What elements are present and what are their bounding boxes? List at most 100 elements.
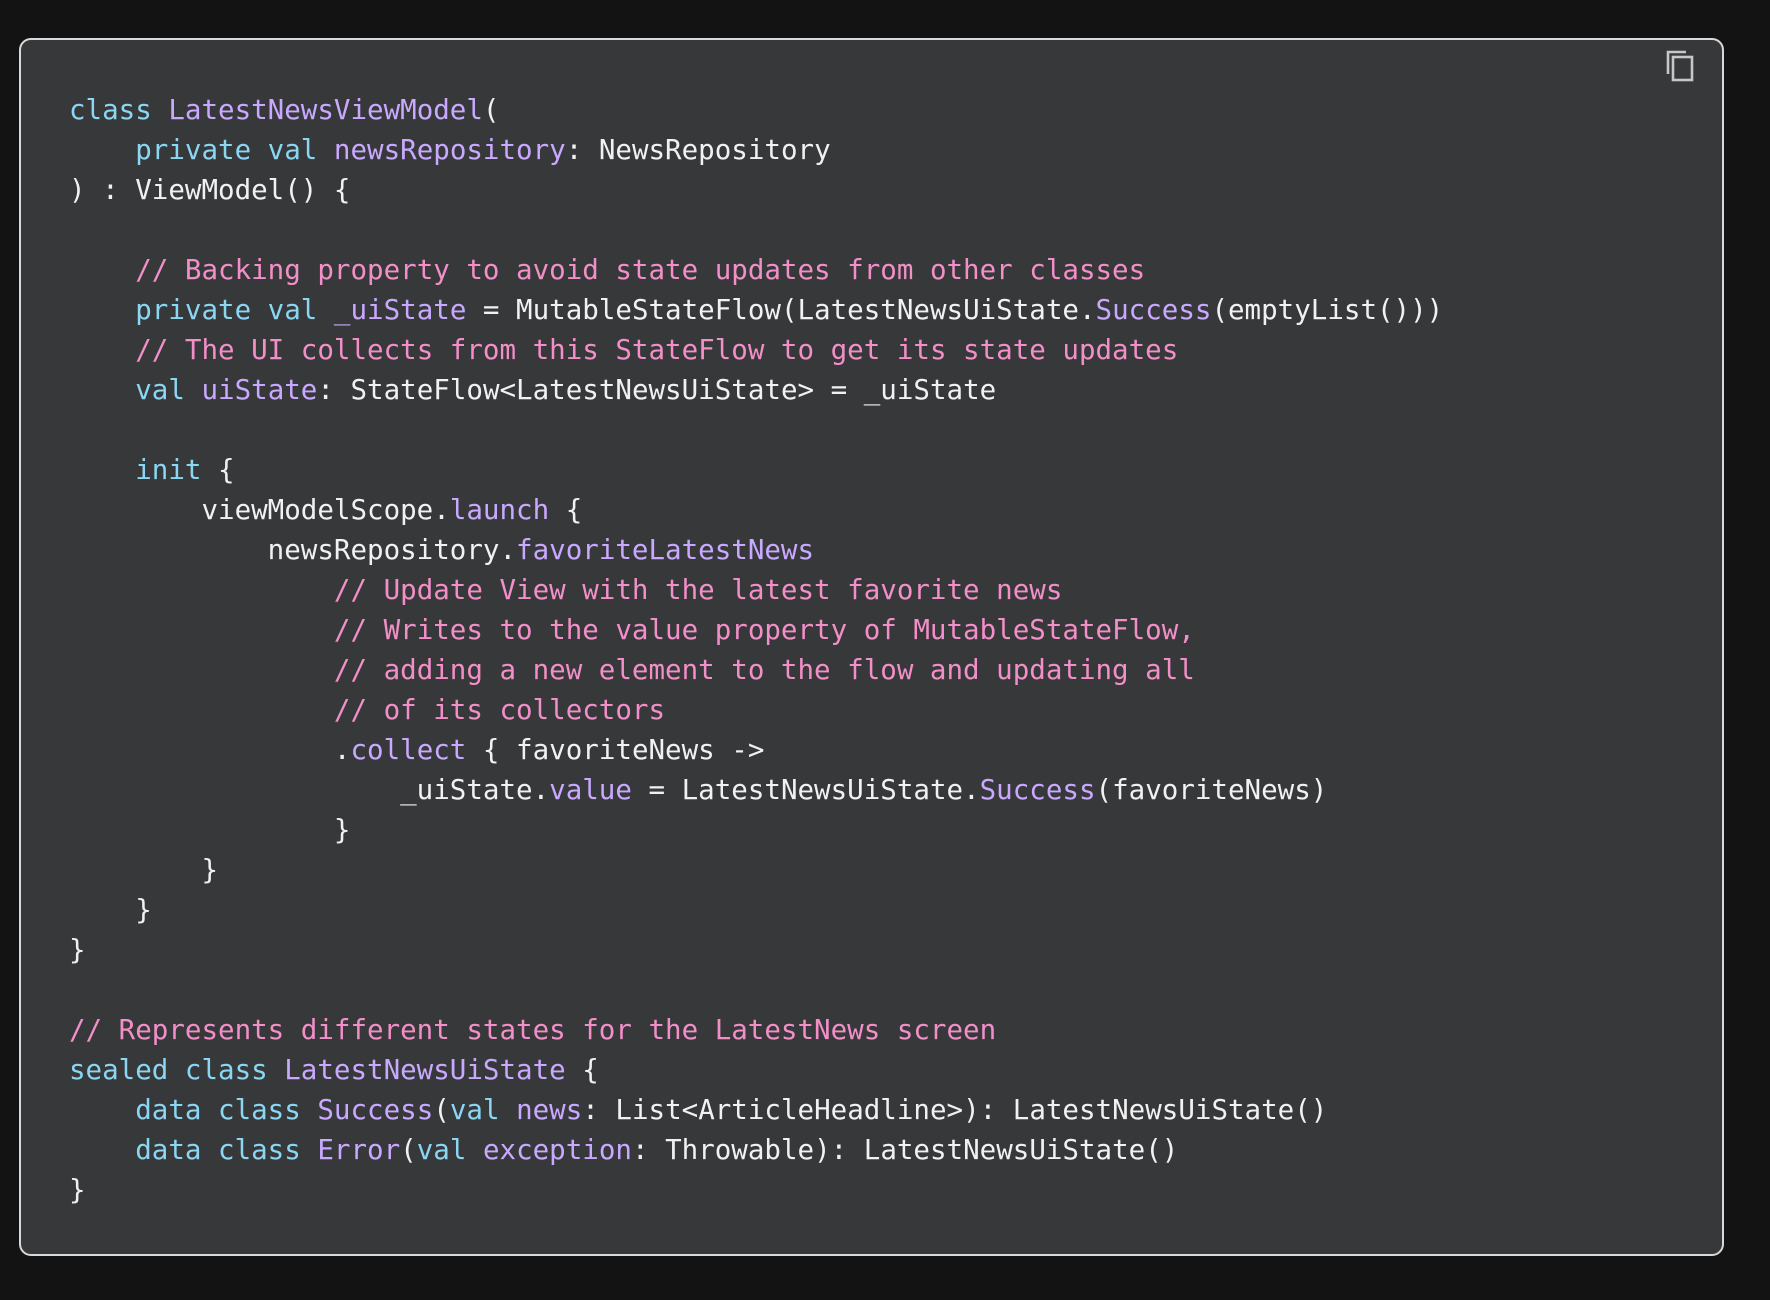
code-property: news — [516, 1094, 583, 1126]
code-block: class LatestNewsViewModel( private val n… — [19, 38, 1724, 1256]
code-property: exception — [482, 1134, 632, 1166]
code-line: } — [69, 930, 1443, 970]
code-line: _uiState.value = LatestNewsUiState.Succe… — [69, 770, 1443, 810]
copy-icon — [1666, 50, 1694, 82]
code-text: : NewsRepository — [565, 134, 831, 166]
code-text: } — [69, 854, 219, 886]
code-comment: // of its collectors — [333, 694, 666, 726]
code-text: . — [69, 734, 351, 766]
copy-button[interactable] — [1660, 46, 1700, 86]
code-line: // Represents different states for the L… — [69, 1010, 1443, 1050]
code-line: // adding a new element to the flow and … — [69, 650, 1443, 690]
code-line: newsRepository.favoriteLatestNews — [69, 530, 1443, 570]
code-line: // Update View with the latest favorite … — [69, 570, 1443, 610]
code-comment: // Represents different states for the L… — [69, 1014, 997, 1046]
code-line: // of its collectors — [69, 690, 1443, 730]
code-text: : StateFlow<LatestNewsUiState> = _uiStat… — [317, 374, 997, 406]
code-text: ( — [433, 1094, 450, 1126]
code-text: } — [69, 814, 351, 846]
code-keyword: val — [135, 374, 202, 406]
code-keyword: val — [449, 1094, 517, 1126]
code-type: LatestNewsUiState — [284, 1054, 566, 1086]
code-line: } — [69, 810, 1443, 850]
code-keyword: private val — [135, 134, 334, 166]
code-content: class LatestNewsViewModel( private val n… — [69, 90, 1443, 1210]
code-keyword: data class — [135, 1134, 318, 1166]
code-property: favoriteLatestNews — [516, 534, 815, 566]
code-text: } — [69, 1174, 86, 1206]
code-text: } — [69, 934, 86, 966]
code-line: private val newsRepository: NewsReposito… — [69, 130, 1443, 170]
code-keyword: init — [135, 454, 202, 486]
code-line: } — [69, 850, 1443, 890]
code-line: viewModelScope.launch { — [69, 490, 1443, 530]
code-keyword: class — [69, 94, 169, 126]
code-line: val uiState: StateFlow<LatestNewsUiState… — [69, 370, 1443, 410]
code-text: { favoriteNews -> — [466, 734, 765, 766]
code-keyword: sealed class — [69, 1054, 285, 1086]
code-text: { — [549, 494, 583, 526]
code-text: viewModelScope. — [69, 494, 450, 526]
code-text: newsRepository. — [69, 534, 517, 566]
code-property: collect — [350, 734, 467, 766]
code-property: _uiState — [333, 294, 467, 326]
code-text: (emptyList())) — [1211, 294, 1444, 326]
code-property: uiState — [201, 374, 318, 406]
code-line: // The UI collects from this StateFlow t… — [69, 330, 1443, 370]
code-line: data class Success(val news: List<Articl… — [69, 1090, 1443, 1130]
code-type: Error — [317, 1134, 401, 1166]
code-text: ( — [482, 94, 500, 126]
code-line: ) : ViewModel() { — [69, 170, 1443, 210]
code-keyword: data class — [135, 1094, 318, 1126]
code-text: _uiState. — [69, 774, 550, 806]
code-property: Success — [1095, 294, 1212, 326]
code-text: = LatestNewsUiState. — [631, 774, 980, 806]
code-property: Success — [979, 774, 1096, 806]
code-property: newsRepository — [333, 134, 566, 166]
code-text: { — [565, 1054, 599, 1086]
code-line: // Backing property to avoid state updat… — [69, 250, 1443, 290]
code-line: init { — [69, 450, 1443, 490]
code-text: { — [201, 454, 235, 486]
code-property: value — [549, 774, 632, 806]
code-line: // Writes to the value property of Mutab… — [69, 610, 1443, 650]
code-line: class LatestNewsViewModel( — [69, 90, 1443, 130]
code-keyword: private val — [135, 294, 334, 326]
code-keyword: val — [416, 1134, 483, 1166]
code-line: } — [69, 890, 1443, 930]
code-comment: // adding a new element to the flow and … — [333, 654, 1195, 686]
code-line: data class Error(val exception: Throwabl… — [69, 1130, 1443, 1170]
code-line: private val _uiState = MutableStateFlow(… — [69, 290, 1443, 330]
code-comment: // Writes to the value property of Mutab… — [333, 614, 1195, 646]
code-text: ( — [400, 1134, 417, 1166]
code-text: ) : ViewModel() { — [69, 174, 351, 206]
code-text: = MutableStateFlow(LatestNewsUiState. — [466, 294, 1096, 326]
code-type: LatestNewsViewModel — [168, 94, 483, 126]
code-line: sealed class LatestNewsUiState { — [69, 1050, 1443, 1090]
code-text: : Throwable): LatestNewsUiState() — [631, 1134, 1179, 1166]
code-comment: // The UI collects from this StateFlow t… — [135, 334, 1179, 366]
code-text: } — [69, 894, 152, 926]
code-comment: // Backing property to avoid state updat… — [135, 254, 1146, 286]
code-text: (favoriteNews) — [1095, 774, 1328, 806]
code-type: Success — [317, 1094, 434, 1126]
code-line: .collect { favoriteNews -> — [69, 730, 1443, 770]
code-line: } — [69, 1170, 1443, 1210]
code-text: : List<ArticleHeadline>): LatestNewsUiSt… — [582, 1094, 1328, 1126]
code-property: launch — [449, 494, 550, 526]
